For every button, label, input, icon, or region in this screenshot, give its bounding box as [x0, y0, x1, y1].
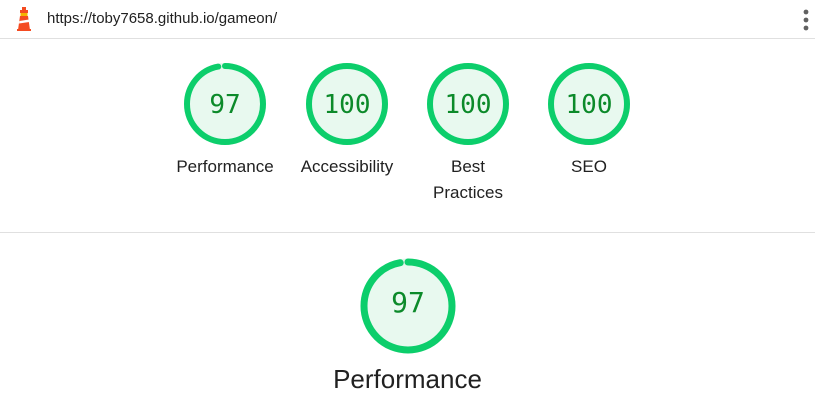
gauge-best-practices[interactable]: 100 Best Practices	[403, 62, 533, 212]
gauge-score: 100	[565, 90, 613, 120]
kebab-menu-icon[interactable]	[803, 9, 809, 31]
gauge-score: 100	[323, 90, 371, 120]
gauge-label: Best Practices	[433, 157, 503, 202]
gauge-label: Accessibility	[300, 157, 394, 176]
detail-gauge-performance: 97	[358, 256, 458, 356]
gauge-label: SEO	[571, 157, 607, 176]
score-gauges: 97 Performance 100 Accessibility 100 Bes…	[0, 62, 815, 222]
gauge-seo[interactable]: 100 SEO	[524, 62, 654, 212]
detail-title: Performance	[333, 364, 482, 394]
gauge-score: 97	[209, 90, 241, 120]
top-bar: https://toby7658.github.io/gameon/	[0, 0, 815, 39]
gauge-score: 100	[444, 90, 492, 120]
section-divider	[0, 232, 815, 233]
gauge-label: Performance	[176, 157, 274, 176]
lighthouse-icon	[17, 7, 31, 31]
detail-score: 97	[391, 286, 425, 319]
page-url[interactable]: https://toby7658.github.io/gameon/	[47, 10, 277, 27]
gauge-accessibility[interactable]: 100 Accessibility	[282, 62, 412, 212]
gauge-performance[interactable]: 97 Performance	[160, 62, 290, 212]
